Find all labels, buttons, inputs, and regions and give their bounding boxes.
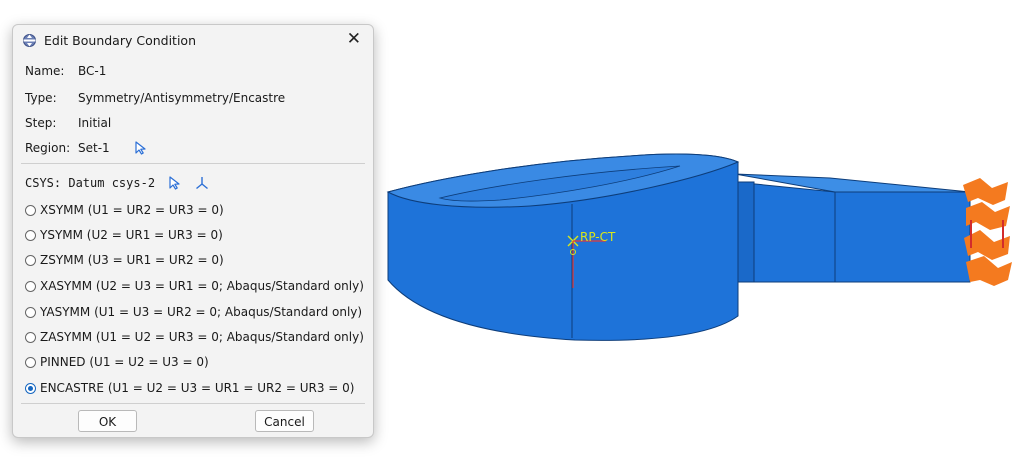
radio-ysymm[interactable]: YSYMM (U2 = UR1 = UR3 = 0) (25, 228, 223, 242)
separator (21, 163, 365, 164)
radio-label: YASYMM (U1 = U3 = UR2 = 0; Abaqus/Standa… (40, 305, 363, 319)
cancel-button[interactable]: Cancel (255, 410, 314, 432)
edit-boundary-condition-dialog: Edit Boundary Condition ✕ Name: BC-1 Typ… (12, 24, 374, 438)
type-value: Symmetry/Antisymmetry/Encastre (78, 91, 286, 105)
radio-label: ZASYMM (U1 = U2 = UR3 = 0; Abaqus/Standa… (40, 330, 364, 344)
select-cursor-icon[interactable] (134, 141, 147, 155)
step-row: Step: Initial (25, 116, 111, 130)
name-value: BC-1 (78, 64, 107, 78)
step-label: Step: (25, 116, 57, 130)
select-cursor-icon[interactable] (168, 175, 181, 190)
close-icon[interactable]: ✕ (347, 29, 361, 49)
radio-button[interactable] (25, 230, 36, 241)
separator (21, 403, 365, 404)
radio-button[interactable] (25, 281, 36, 292)
arm-body (734, 181, 971, 283)
datum-csys-icon[interactable] (195, 176, 209, 190)
radio-button-selected[interactable] (25, 383, 36, 394)
reference-point-label: RP-CT (580, 230, 616, 244)
name-label: Name: (25, 64, 65, 78)
ok-button[interactable]: OK (78, 410, 137, 432)
encastre-bc-markers (963, 178, 1012, 286)
radio-button[interactable] (25, 255, 36, 266)
step-value: Initial (78, 116, 112, 130)
part-render: RP-CT (386, 153, 1012, 341)
radio-pinned[interactable]: PINNED (U1 = U2 = U3 = 0) (25, 355, 209, 369)
radio-zsymm[interactable]: ZSYMM (U3 = UR1 = UR2 = 0) (25, 253, 224, 267)
radio-button[interactable] (25, 205, 36, 216)
radio-zasymm[interactable]: ZASYMM (U1 = U2 = UR3 = 0; Abaqus/Standa… (25, 330, 364, 344)
dialog-title: Edit Boundary Condition (44, 33, 197, 48)
radio-encastre[interactable]: ENCASTRE (U1 = U2 = U3 = UR1 = UR2 = UR3… (25, 381, 354, 395)
csys-text: CSYS: Datum csys-2 (25, 176, 156, 190)
radio-button[interactable] (25, 357, 36, 368)
dialog-titlebar: Edit Boundary Condition ✕ (13, 25, 373, 55)
type-row: Type: Symmetry/Antisymmetry/Encastre (25, 91, 285, 105)
type-label: Type: (25, 91, 57, 105)
boundary-condition-icon (23, 34, 36, 47)
model-viewport[interactable]: RP-CT (380, 130, 1028, 360)
radio-label: XSYMM (U1 = UR2 = UR3 = 0) (40, 203, 224, 217)
radio-label: ZSYMM (U3 = UR1 = UR2 = 0) (40, 253, 224, 267)
radio-label: XASYMM (U2 = U3 = UR1 = 0; Abaqus/Standa… (40, 279, 364, 293)
radio-xasymm[interactable]: XASYMM (U2 = U3 = UR1 = 0; Abaqus/Standa… (25, 279, 364, 293)
region-label: Region: (25, 141, 71, 155)
radio-label: ENCASTRE (U1 = U2 = U3 = UR1 = UR2 = UR3… (40, 381, 355, 395)
radio-label: YSYMM (U2 = UR1 = UR3 = 0) (40, 228, 223, 242)
radio-xsymm[interactable]: XSYMM (U1 = UR2 = UR3 = 0) (25, 203, 224, 217)
radio-yasymm[interactable]: YASYMM (U1 = U3 = UR2 = 0; Abaqus/Standa… (25, 305, 362, 319)
radio-button[interactable] (25, 307, 36, 318)
radio-button[interactable] (25, 332, 36, 343)
csys-row: CSYS: Datum csys-2 (25, 175, 208, 191)
region-value: Set-1 (78, 141, 110, 155)
name-row: Name: BC-1 (25, 64, 106, 78)
region-row: Region: Set-1 (25, 141, 146, 155)
radio-label: PINNED (U1 = U2 = U3 = 0) (40, 355, 209, 369)
